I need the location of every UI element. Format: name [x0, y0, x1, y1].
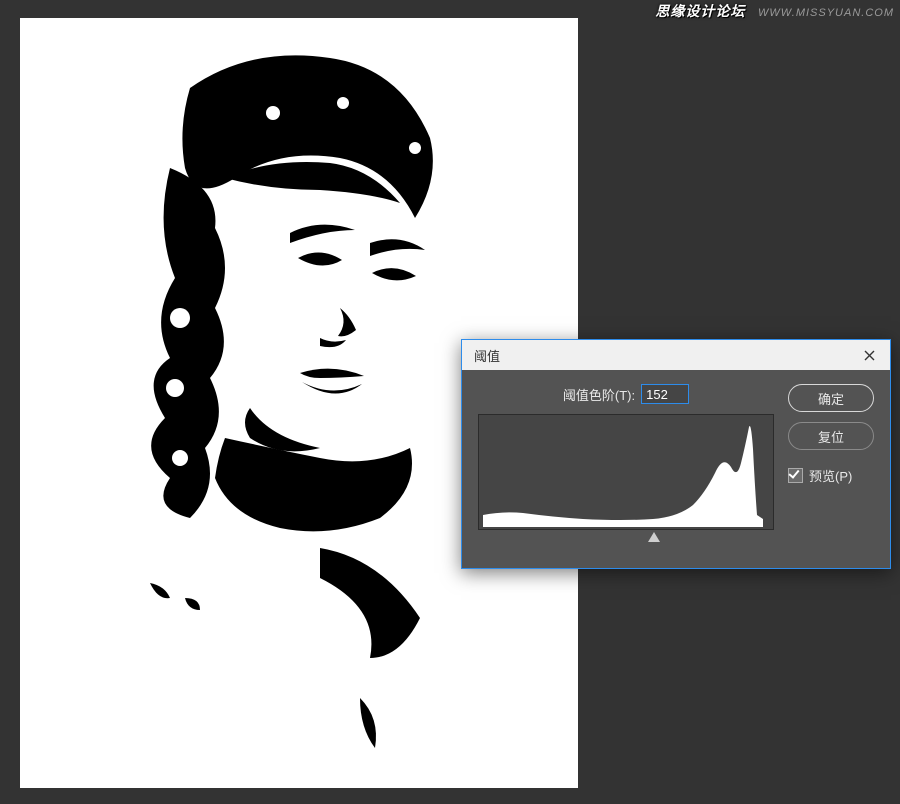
threshold-level-input[interactable] — [641, 384, 689, 404]
threshold-dialog: 阈值 阈值色阶(T): 确定 复位 — [461, 339, 891, 569]
threshold-level-row: 阈值色阶(T): — [478, 384, 774, 404]
dialog-side: 确定 复位 预览(P) — [788, 384, 874, 550]
dialog-titlebar[interactable]: 阈值 — [462, 340, 890, 370]
close-icon — [864, 350, 875, 361]
preview-label: 预览(P) — [809, 466, 852, 485]
ok-button[interactable]: 确定 — [788, 384, 874, 412]
dialog-title: 阈值 — [474, 346, 500, 365]
histogram — [483, 419, 763, 527]
preview-checkbox[interactable] — [788, 468, 803, 483]
watermark-url: WWW.MISSYUAN.COM — [758, 7, 894, 19]
threshold-slider[interactable] — [478, 532, 774, 550]
threshold-level-label: 阈值色阶(T): — [563, 385, 635, 404]
histogram-panel — [478, 414, 774, 530]
dialog-body: 阈值色阶(T): 确定 复位 预览(P) — [462, 370, 890, 568]
preview-row[interactable]: 预览(P) — [788, 466, 874, 485]
dialog-main: 阈值色阶(T): — [478, 384, 774, 550]
slider-thumb-icon — [648, 532, 660, 542]
watermark: 思缘设计论坛 WWW.MISSYUAN.COM — [655, 1, 894, 21]
reset-button[interactable]: 复位 — [788, 422, 874, 450]
watermark-brand: 思缘设计论坛 — [655, 3, 745, 19]
close-button[interactable] — [854, 342, 884, 368]
